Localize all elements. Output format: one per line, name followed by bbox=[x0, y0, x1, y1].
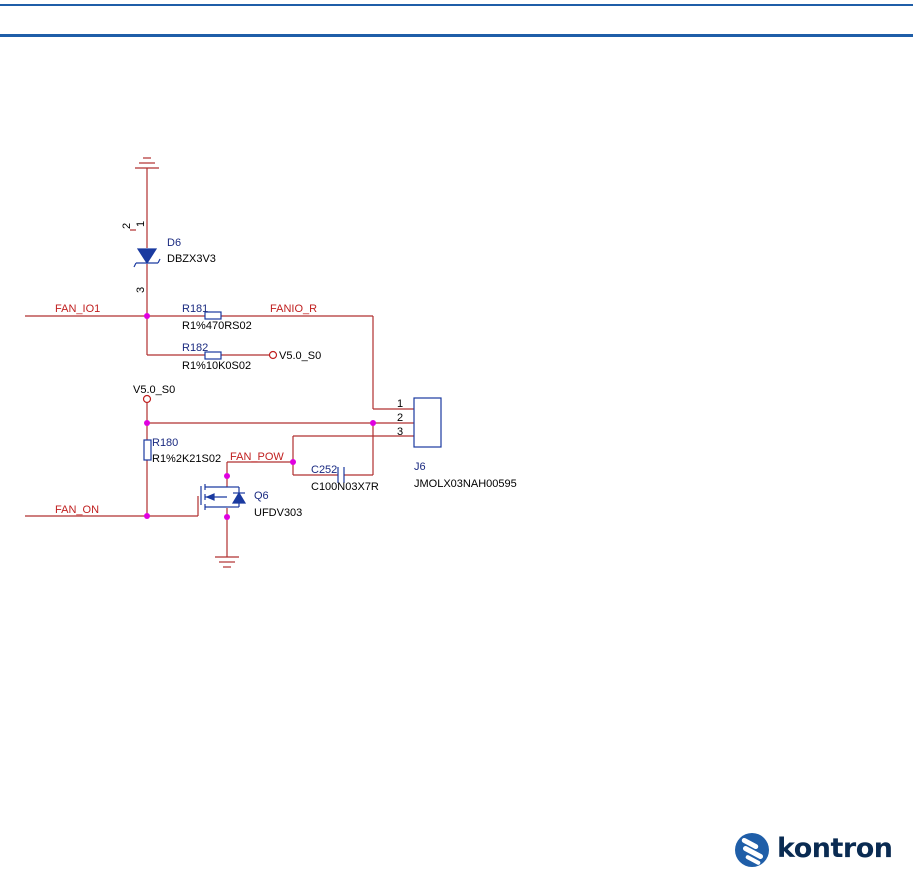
junction-pin2-c252 bbox=[370, 420, 376, 426]
d6-pin3-label: 3 bbox=[135, 287, 147, 293]
net-label-fan-io1: FAN_IO1 bbox=[55, 303, 100, 315]
c252-designator: C252 bbox=[311, 464, 337, 476]
r180-value: R1%2K21S02 bbox=[152, 453, 221, 465]
kontron-logo: kontron bbox=[735, 831, 913, 869]
r180-designator: R180 bbox=[152, 437, 178, 449]
d6-pin2-label: 2 bbox=[121, 223, 133, 229]
fan-control-schematic: FAN_IO1 FANIO_R FAN_ON FAN_POW V5.0_S0 V… bbox=[25, 157, 517, 568]
j6-pin2-label: 2 bbox=[397, 412, 403, 424]
junction-v50-pin2 bbox=[144, 420, 150, 426]
v50-s0-port-top bbox=[142, 394, 152, 404]
junction-fan-pow bbox=[290, 459, 296, 465]
r181-designator: R181 bbox=[182, 303, 208, 315]
net-label-fan-on: FAN_ON bbox=[55, 504, 99, 516]
net-label-fan-pow: FAN_POW bbox=[230, 451, 284, 463]
junction-fan-on bbox=[144, 513, 150, 519]
q6-designator: Q6 bbox=[254, 490, 269, 502]
ground-symbol-top bbox=[135, 157, 159, 169]
j6-designator: J6 bbox=[414, 461, 426, 473]
v50-s0-port-right bbox=[268, 350, 278, 360]
r182-designator: R182 bbox=[182, 342, 208, 354]
j6-body bbox=[413, 397, 442, 448]
net-label-fanio-r: FANIO_R bbox=[270, 303, 317, 315]
r180-body bbox=[143, 439, 152, 461]
j6-value: JMOLX03NAH00595 bbox=[414, 478, 517, 490]
power-label-v50-s0-top: V5.0_S0 bbox=[133, 384, 175, 396]
d6-value: DBZX3V3 bbox=[167, 253, 216, 265]
junction-fan-io1 bbox=[144, 313, 150, 319]
junction-q6-drain bbox=[224, 473, 230, 479]
r181-value: R1%470RS02 bbox=[182, 320, 252, 332]
kontron-logo-icon bbox=[735, 833, 769, 867]
q6-value: UFDV303 bbox=[254, 507, 302, 519]
c252-value: C100N03X7R bbox=[311, 481, 379, 493]
power-label-v50-s0-right: V5.0_S0 bbox=[279, 350, 321, 362]
j6-pin3-label: 3 bbox=[397, 426, 403, 438]
ground-symbol-bottom bbox=[215, 556, 239, 568]
r182-value: R1%10K0S02 bbox=[182, 360, 251, 372]
j6-pin1-label: 1 bbox=[397, 398, 403, 410]
d6-pin1-label: 1 bbox=[135, 221, 147, 227]
q6-mosfet-symbol bbox=[200, 484, 247, 510]
component-symbols bbox=[130, 157, 442, 568]
kontron-logo-text: kontron bbox=[777, 833, 893, 864]
junction-q6-source bbox=[224, 514, 230, 520]
d6-designator: D6 bbox=[167, 237, 181, 249]
